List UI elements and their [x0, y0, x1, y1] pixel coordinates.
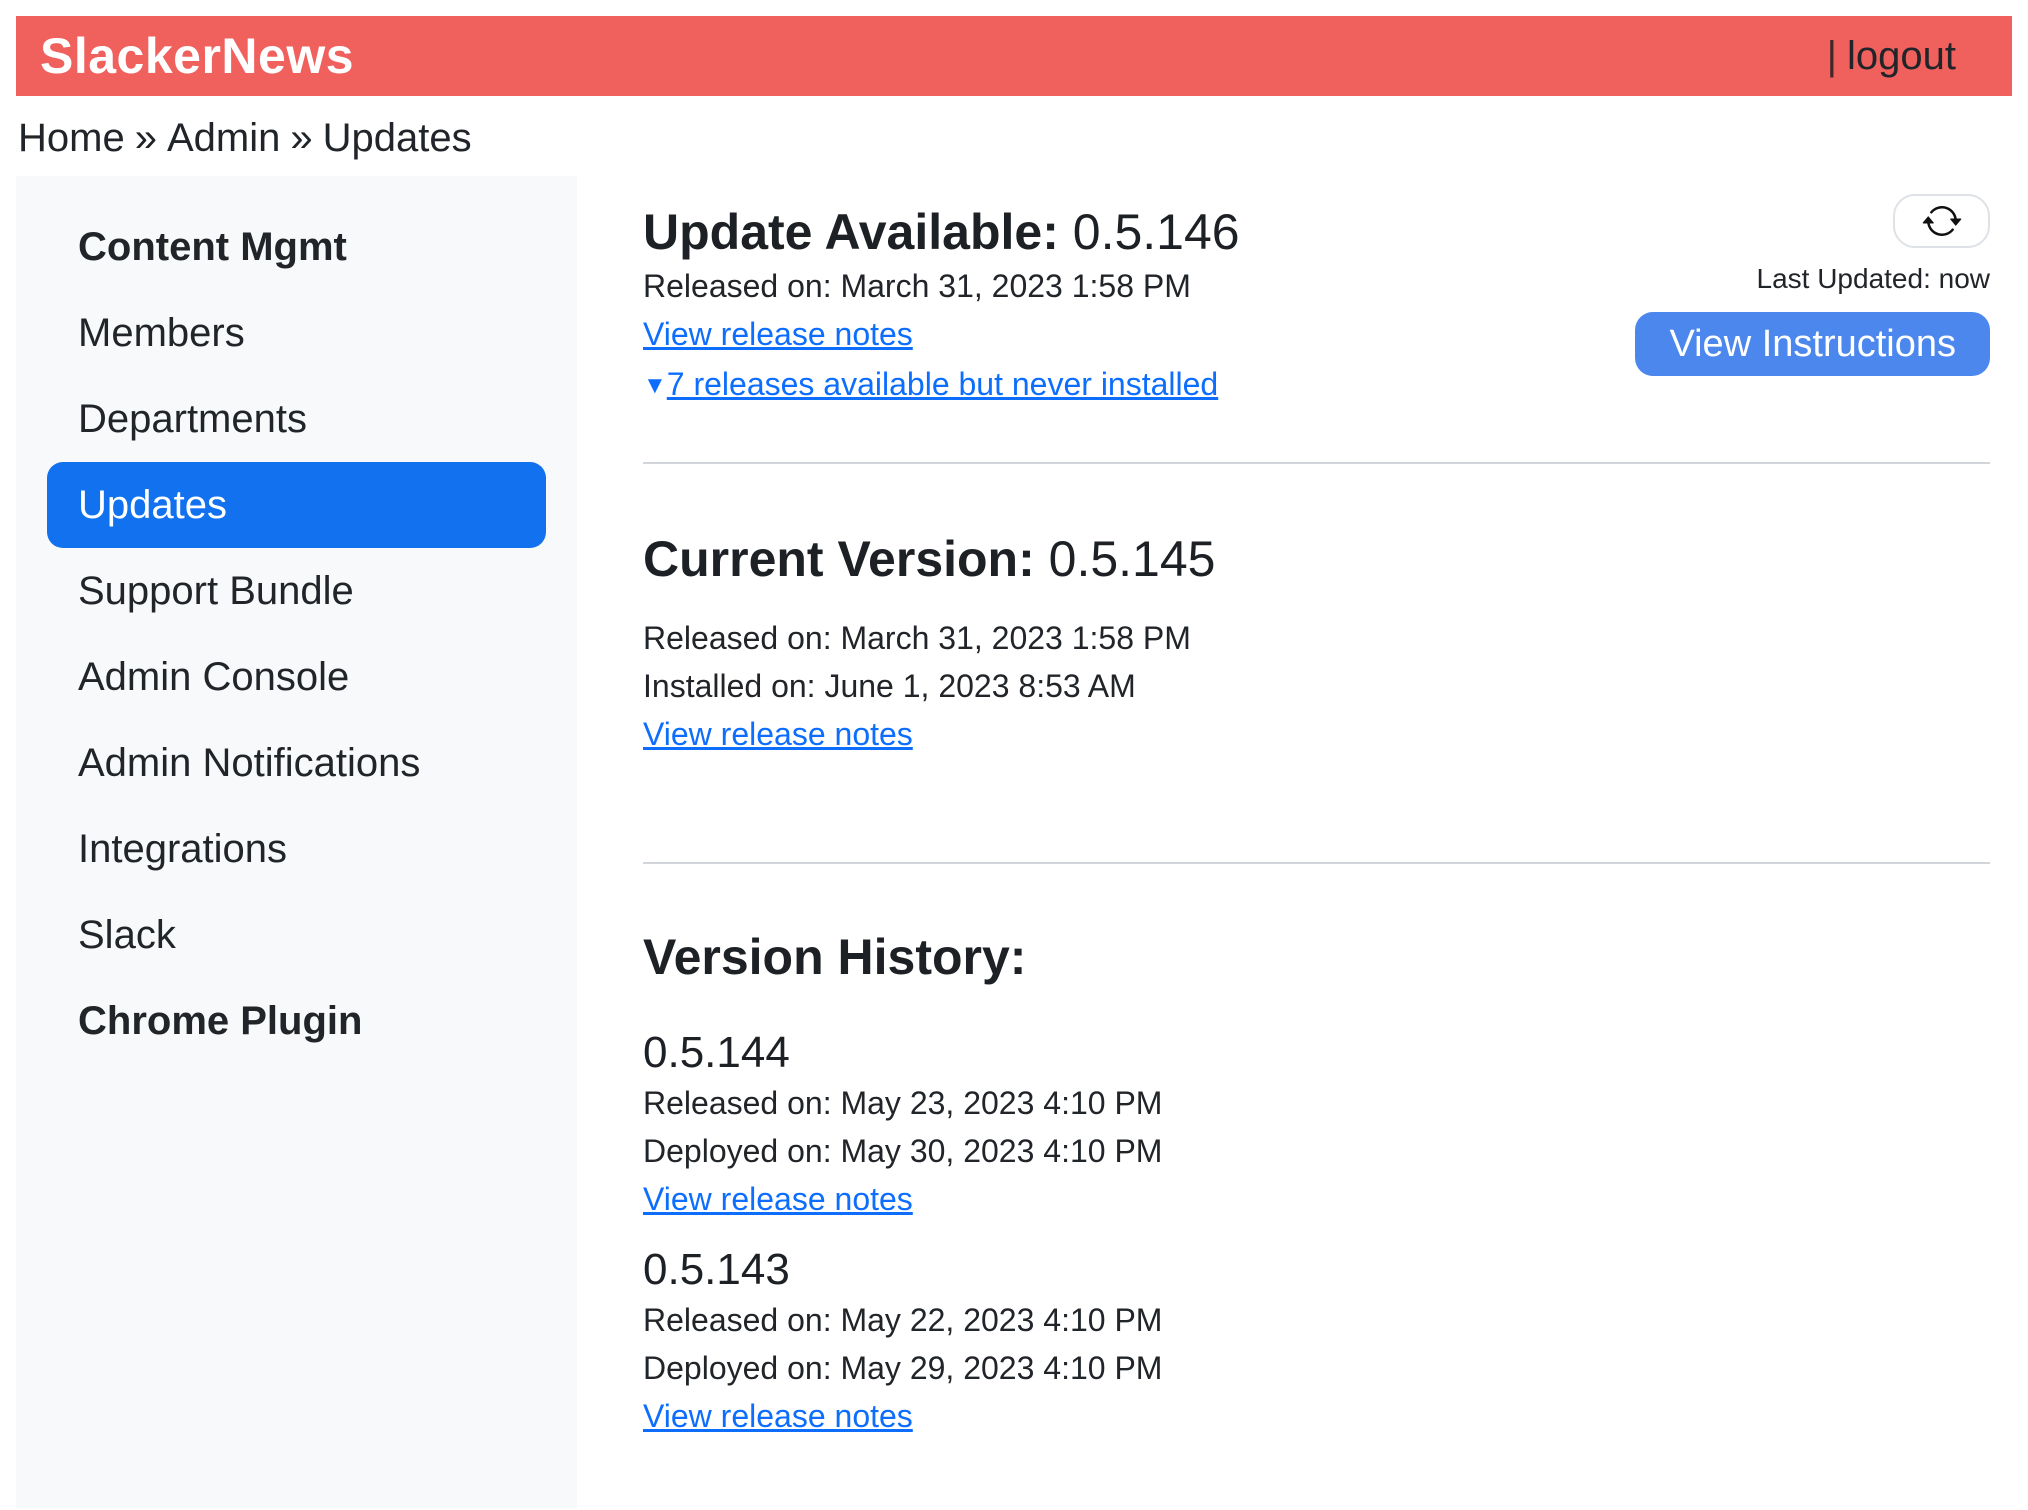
version-history-title: Version History: [643, 927, 1990, 987]
current-version-title: Current Version: 0.5.145 [643, 529, 1990, 589]
update-available-title: Update Available: 0.5.146 [643, 202, 1240, 262]
version-history-section: Version History: 0.5.144 Released on: Ma… [643, 927, 1990, 1440]
sidebar-item-admin-notifications[interactable]: Admin Notifications [47, 720, 546, 806]
page: SlackerNews | logout Home»Admin»Updates … [0, 0, 2028, 1508]
sidebar-item-members[interactable]: Members [47, 290, 546, 376]
current-version-section: Current Version: 0.5.145 Released on: Ma… [643, 529, 1990, 758]
view-instructions-button[interactable]: View Instructions [1635, 312, 1990, 376]
current-version-value: 0.5.145 [1049, 531, 1216, 587]
update-released-on: Released on: March 31, 2023 1:58 PM [643, 262, 1240, 310]
never-installed-releases-label: 7 releases available but never installed [667, 366, 1218, 402]
sidebar-item-updates[interactable]: Updates [47, 462, 546, 548]
update-release-notes-link[interactable]: View release notes [643, 310, 913, 358]
logout-separator: | [1827, 34, 1837, 79]
sidebar-item-chrome-plugin[interactable]: Chrome Plugin [47, 978, 546, 1064]
breadcrumb-home[interactable]: Home [18, 116, 125, 160]
history-deployed-on: Deployed on: May 29, 2023 4:10 PM [643, 1344, 1990, 1392]
sidebar-item-support-bundle[interactable]: Support Bundle [47, 548, 546, 634]
history-released-on: Released on: May 22, 2023 4:10 PM [643, 1296, 1990, 1344]
current-installed-on: Installed on: June 1, 2023 8:53 AM [643, 662, 1990, 710]
current-version-label: Current Version: [643, 531, 1035, 587]
breadcrumb-separator: » [125, 116, 167, 160]
breadcrumb: Home»Admin»Updates [16, 96, 2012, 173]
sidebar-item-departments[interactable]: Departments [47, 376, 546, 462]
divider [643, 862, 1990, 864]
history-release-notes-link[interactable]: View release notes [643, 1392, 913, 1440]
breadcrumb-updates: Updates [323, 116, 472, 160]
breadcrumb-admin[interactable]: Admin [167, 116, 280, 160]
breadcrumb-separator: » [280, 116, 322, 160]
admin-sidebar: Content Mgmt Members Departments Updates… [16, 176, 577, 1508]
sidebar-item-content-mgmt[interactable]: Content Mgmt [47, 204, 546, 290]
current-release-notes-link[interactable]: View release notes [643, 710, 913, 758]
current-released-on: Released on: March 31, 2023 1:58 PM [643, 614, 1990, 662]
update-controls: Last Updated: now View Instructions [1635, 176, 1990, 376]
history-deployed-on: Deployed on: May 30, 2023 4:10 PM [643, 1127, 1990, 1175]
history-release-notes-link[interactable]: View release notes [643, 1175, 913, 1223]
version-history-entry: 0.5.143 Released on: May 22, 2023 4:10 P… [643, 1244, 1990, 1440]
refresh-button[interactable] [1893, 194, 1990, 248]
update-available-label: Update Available: [643, 204, 1059, 260]
sidebar-item-integrations[interactable]: Integrations [47, 806, 546, 892]
last-updated-status: Last Updated: now [1757, 262, 1991, 296]
sidebar-item-slack[interactable]: Slack [47, 892, 546, 978]
history-released-on: Released on: May 23, 2023 4:10 PM [643, 1079, 1990, 1127]
logout-link[interactable]: logout [1847, 34, 1956, 79]
history-version-number: 0.5.144 [643, 1027, 1990, 1079]
update-available-section: Update Available: 0.5.146 Released on: M… [643, 176, 1240, 412]
refresh-icon [1922, 201, 1962, 241]
sidebar-item-admin-console[interactable]: Admin Console [47, 634, 546, 720]
divider [643, 462, 1990, 464]
logout-area: | logout [1827, 34, 1956, 79]
caret-down-icon: ▼ [643, 362, 667, 410]
never-installed-releases-link[interactable]: ▼7 releases available but never installe… [643, 360, 1218, 412]
updates-main: Update Available: 0.5.146 Released on: M… [577, 176, 2012, 1461]
top-banner: SlackerNews | logout [16, 16, 2012, 96]
update-available-version: 0.5.146 [1073, 204, 1240, 260]
history-version-number: 0.5.143 [643, 1244, 1990, 1296]
version-history-entry: 0.5.144 Released on: May 23, 2023 4:10 P… [643, 1027, 1990, 1223]
brand-logo[interactable]: SlackerNews [40, 27, 354, 85]
